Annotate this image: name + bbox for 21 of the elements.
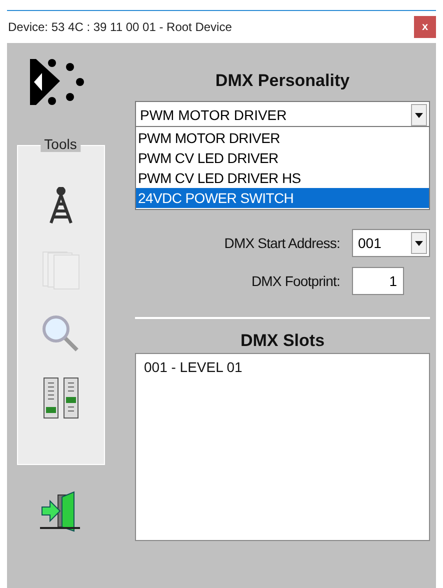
dropdown-option[interactable]: PWM CV LED DRIVER HS bbox=[136, 168, 429, 188]
window-title: Device: 53 4C : 39 11 00 01 - Root Device bbox=[7, 20, 232, 34]
logo-icon bbox=[30, 59, 84, 105]
footprint-field[interactable]: 1 bbox=[352, 267, 404, 295]
dropdown-option[interactable]: PWM MOTOR DRIVER bbox=[136, 128, 429, 148]
caret-icon bbox=[415, 112, 423, 118]
caret-icon bbox=[415, 240, 423, 246]
exit-door-icon bbox=[40, 491, 82, 533]
search-icon bbox=[40, 314, 80, 354]
close-button[interactable]: x bbox=[414, 16, 436, 38]
dropdown-option[interactable]: 24VDC POWER SWITCH bbox=[136, 188, 429, 208]
start-address-dropdown[interactable]: 001 bbox=[352, 229, 430, 257]
personality-heading: DMX Personality bbox=[214, 71, 351, 91]
antenna-tower-icon bbox=[48, 187, 72, 225]
faders-icon bbox=[42, 377, 80, 419]
slots-heading: DMX Slots bbox=[239, 331, 326, 351]
slot-item[interactable]: 001 - LEVEL 01 bbox=[144, 359, 421, 375]
dropdown-option[interactable]: PWM CV LED DRIVER bbox=[136, 148, 429, 168]
tools-title: Tools bbox=[40, 136, 81, 152]
footprint-label: DMX Footprint: bbox=[251, 273, 340, 289]
start-address-label: DMX Start Address: bbox=[224, 235, 340, 251]
